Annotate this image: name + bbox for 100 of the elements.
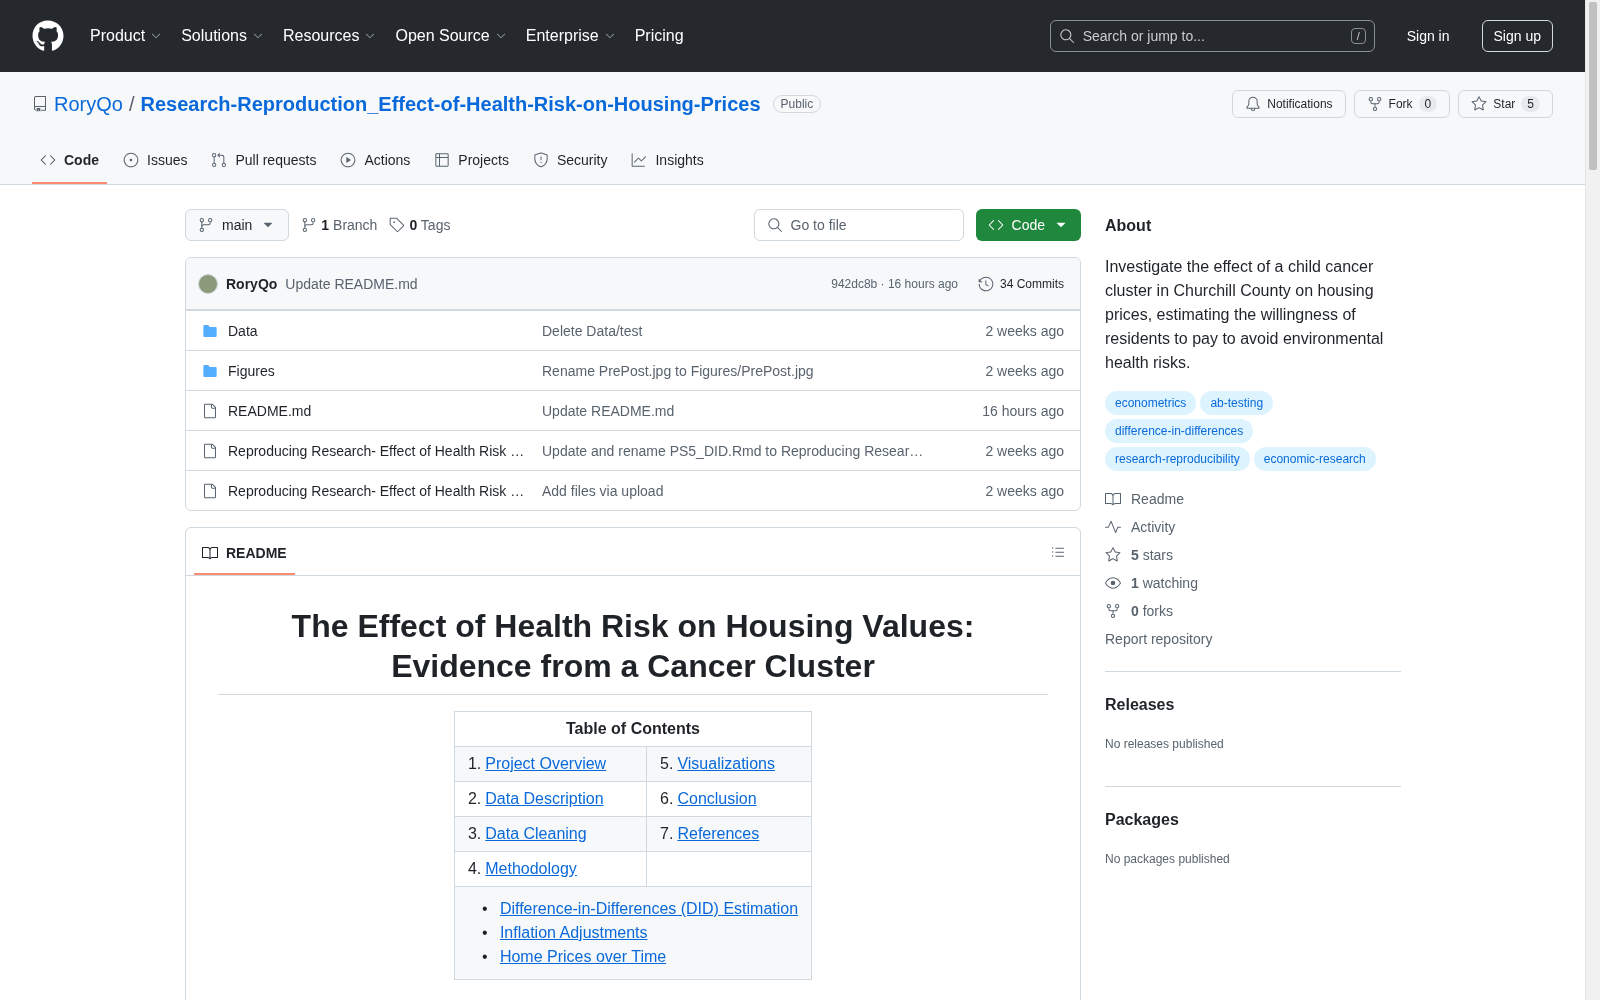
toc-link[interactable]: Conclusion: [677, 790, 757, 807]
commit-message: Delete Data/test: [542, 322, 644, 339]
toc-link[interactable]: Project Overview: [485, 755, 607, 772]
book-icon: [202, 544, 218, 561]
branches-link[interactable]: 1 Branch: [301, 217, 378, 233]
topic-tag[interactable]: difference-in-differences: [1105, 419, 1254, 443]
branch-icon: [301, 217, 318, 233]
repo-action-button[interactable]: Fork 0: [1353, 90, 1451, 118]
commit-time: 2 weeks ago: [984, 482, 1064, 499]
sidebar-link[interactable]: 5 stars: [1105, 547, 1401, 563]
folder-icon: [202, 362, 218, 379]
topic-tag[interactable]: ab-testing: [1200, 391, 1274, 415]
commit-time: 2 weeks ago: [984, 322, 1064, 339]
play-icon: [340, 152, 357, 168]
commit-message: Add files via upload: [542, 482, 665, 499]
repo-action-button[interactable]: Star 5: [1458, 90, 1553, 118]
commit-time: 2 weeks ago: [984, 362, 1064, 379]
github-logo-icon[interactable]: [32, 20, 64, 52]
repo-tab[interactable]: Projects: [426, 144, 517, 184]
sidebar-link[interactable]: Activity: [1105, 519, 1401, 535]
history-icon: [978, 275, 994, 292]
repo-tab[interactable]: Actions: [332, 144, 419, 184]
graph-icon: [631, 152, 648, 168]
nav-menu-item[interactable]: Enterprise: [521, 21, 621, 51]
branch-icon: [198, 217, 214, 233]
owner-link[interactable]: RoryQo: [54, 92, 123, 116]
nav-menu-item[interactable]: Open Source: [391, 21, 512, 51]
readme-title: The Effect of Health Risk on Housing Values: Evidence from a Cancer Cluster: [218, 606, 1048, 695]
repo-action-button[interactable]: Notifications: [1232, 90, 1346, 118]
search-field[interactable]: Search or jump to... /: [1049, 20, 1375, 52]
tags-count: 0 Tags: [409, 217, 451, 233]
table-cell: 3. Data Cleaning: [454, 816, 647, 852]
book-icon: [1105, 491, 1121, 507]
branch-select[interactable]: main: [185, 209, 290, 241]
readme-tab[interactable]: README: [194, 530, 295, 575]
nav-menu-item[interactable]: Solutions: [177, 21, 269, 51]
toc-link[interactable]: Difference-in-Differences (DID) Estimation: [499, 900, 799, 917]
tags-link[interactable]: 0 Tags: [389, 217, 451, 233]
issue-icon: [123, 152, 139, 168]
topic-tag[interactable]: econometrics: [1105, 391, 1197, 415]
toc-link[interactable]: Home Prices over Time: [499, 948, 667, 965]
fork-icon: [1105, 603, 1121, 619]
repo-description: Investigate the effect of a child cancer cluster in Churchill County on housing prices, estimating the willingness of residents to pay to avoid environmental health risks.: [1105, 257, 1385, 373]
repo-name-link[interactable]: Research-Reproduction_Effect-of-Health-Risk-on-Housing-Prices: [140, 92, 761, 116]
path-separator: /: [128, 92, 135, 116]
pull-request-icon: [211, 152, 228, 168]
sign-in-link[interactable]: Sign in: [1396, 28, 1460, 44]
star-icon: [1105, 547, 1121, 563]
table-cell: 4. Methodology: [454, 851, 647, 887]
file-name-link[interactable]: Data: [202, 322, 542, 339]
report-link[interactable]: Report repository: [1105, 631, 1401, 647]
file-name-link[interactable]: Reproducing Research- Effect of Health Risk …: [202, 482, 542, 499]
toc-link[interactable]: Inflation Adjustments: [499, 924, 648, 941]
repo-tab[interactable]: Code: [32, 144, 107, 184]
toc-link[interactable]: Methodology: [485, 860, 577, 877]
repo-tab[interactable]: Issues: [115, 144, 196, 184]
nav-menu-item[interactable]: Product: [86, 21, 168, 51]
eye-icon: [1105, 575, 1121, 591]
packages-heading: Packages: [1105, 811, 1180, 829]
fork-icon: [1366, 96, 1383, 112]
packages-note: No packages published: [1105, 852, 1230, 866]
table-cell: 1. Project Overview: [454, 746, 647, 782]
commits-link[interactable]: 34 Commits: [978, 275, 1064, 292]
commit-message: Rename PrePost.jpg to Figures/PrePost.jpg: [542, 362, 815, 379]
sidebar-link[interactable]: 0 forks: [1105, 603, 1401, 619]
nav-menu-item[interactable]: Pricing: [630, 21, 688, 51]
star-icon: [1471, 96, 1488, 112]
branches-count: 1 Branch: [321, 217, 378, 233]
sidebar-link[interactable]: Readme: [1105, 491, 1401, 507]
tag-icon: [389, 217, 406, 233]
folder-icon: [202, 322, 218, 339]
bell-icon: [1245, 96, 1262, 112]
file-name-link[interactable]: Reproducing Research- Effect of Health Risk …: [202, 442, 542, 459]
sign-up-button[interactable]: Sign up: [1481, 20, 1553, 52]
file-icon: [202, 482, 218, 499]
repo-tab[interactable]: Pull requests: [203, 144, 325, 184]
shield-icon: [532, 152, 549, 168]
topic-tag[interactable]: research-reproducibility: [1105, 447, 1250, 471]
file-name-link[interactable]: README.md: [202, 402, 542, 419]
avatar: [198, 273, 218, 294]
toc-link[interactable]: Data Cleaning: [485, 825, 587, 842]
go-to-file-field[interactable]: Go to file: [753, 209, 964, 241]
shortcut-key: /: [1350, 28, 1366, 44]
table-cell: 6. Conclusion: [646, 781, 812, 817]
code-icon: [987, 217, 1004, 233]
file-name-link[interactable]: Figures: [202, 362, 542, 379]
commit-author: RoryQo: [226, 275, 278, 292]
table-cell: 2. Data Description: [454, 781, 647, 817]
nav-menu-item[interactable]: Resources: [278, 21, 382, 51]
code-button[interactable]: Code: [975, 209, 1081, 241]
repo-tab[interactable]: Insights: [623, 144, 712, 184]
sidebar-link[interactable]: 1 watching: [1105, 575, 1401, 591]
toc-link[interactable]: Visualizations: [677, 755, 775, 772]
repo-tab[interactable]: Security: [524, 144, 616, 184]
topic-tag[interactable]: economic-research: [1253, 447, 1376, 471]
toc-link[interactable]: References: [677, 825, 760, 842]
toc-link[interactable]: Data Description: [485, 790, 604, 807]
releases-note: No releases published: [1105, 737, 1224, 751]
table-cell: • Difference-in-Differences (DID) Estimation • Inflation Adjustments • Home Prices over Time: [454, 886, 812, 980]
count-label: 5: [1521, 96, 1540, 112]
